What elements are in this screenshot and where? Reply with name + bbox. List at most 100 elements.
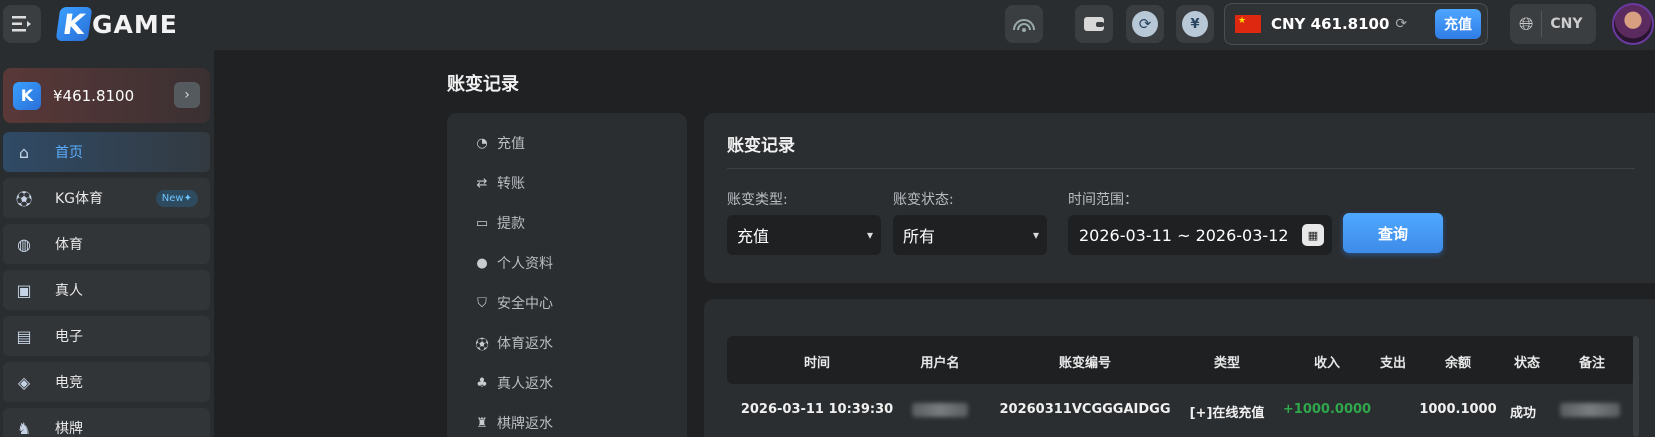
sidebar-item-home[interactable]: ⌂ 首页	[3, 132, 210, 172]
status-label: 账变状态:	[893, 192, 954, 208]
header-balance: CNY 461.8100	[1271, 15, 1390, 33]
new-badge: New✦	[155, 190, 198, 207]
column-header: 状态	[1513, 356, 1541, 371]
status-value: 所有	[903, 227, 936, 246]
cell-remark-redacted	[1560, 403, 1620, 417]
cell-status: 成功	[1509, 406, 1537, 421]
cell-type: [+]在线充值	[1189, 406, 1265, 421]
column-header: 用户名	[920, 356, 960, 371]
filter-title: 账变记录	[727, 136, 795, 156]
sidebar-item-label: KG体育	[55, 191, 104, 207]
submenu-item-security[interactable]: ⛉ 安全中心	[473, 293, 553, 313]
wallet-button[interactable]	[1075, 5, 1113, 43]
submenu-item-profile[interactable]: ● 个人资料	[473, 253, 553, 273]
sidebar-item-label: 体育	[55, 237, 83, 253]
sidebar-item-esports[interactable]: ◈ 电竞	[3, 362, 210, 402]
sidebar-item-label: 电竞	[55, 375, 83, 391]
sidebar-item-chess[interactable]: ♞ 棋牌	[3, 408, 210, 437]
logo-k: K	[55, 7, 93, 41]
people-icon: ♣	[476, 375, 488, 391]
submenu-item-label: 个人资料	[497, 256, 553, 272]
date-range-value: 2026-03-11 ~ 2026-03-12	[1079, 225, 1289, 245]
filter-panel: 账变记录 账变类型: 充值 ▾ 账变状态: 所有 ▾ 时间范围： 2026-03…	[704, 113, 1655, 283]
signal-icon	[1013, 19, 1035, 32]
currency-button[interactable]: ¥	[1176, 5, 1214, 43]
query-button[interactable]: 查询	[1343, 213, 1443, 253]
sidebar-item-label: 首页	[55, 145, 83, 161]
menu-icon	[12, 16, 31, 32]
sidebar-item-kg-sports[interactable]: ⚽︎ KG体育 New✦	[3, 178, 210, 218]
submenu-item-label: 转账	[497, 176, 525, 192]
wallet-logo: K	[13, 81, 41, 110]
type-label: 账变类型:	[727, 192, 788, 208]
refresh-icon: ⟳	[1132, 11, 1158, 37]
language-currency-selector[interactable]: 🌐︎ CNY	[1510, 4, 1596, 44]
submenu-item-chess-rebate[interactable]: ♜ 棋牌返水	[473, 413, 553, 433]
column-header: 时间	[803, 356, 831, 371]
sidebar-item-label: 真人	[55, 283, 83, 299]
column-header: 余额	[1444, 356, 1472, 371]
range-label: 时间范围：	[1068, 192, 1138, 208]
sidebar-item-live[interactable]: ▣ 真人	[3, 270, 210, 310]
sidebar-item-label: 棋牌	[55, 421, 83, 437]
soccer-ball-icon: ⚽︎	[475, 337, 489, 353]
submenu-item-label: 安全中心	[497, 296, 553, 312]
cell-balance: 1000.1000	[1419, 402, 1497, 417]
submenu-item-transfer[interactable]: ⇄ 转账	[473, 173, 525, 193]
cell-serial: 20260311VCGGGAIDGG	[999, 402, 1171, 417]
top-bar: K GAME ⟳ ¥ CNY 461.8100 ⟳ 充值 🌐︎ CNY	[0, 0, 1655, 50]
piggy-bank-icon: ◔	[476, 135, 488, 151]
sidebar: K ¥461.8100 › ⌂ 首页 ⚽︎ KG体育 New✦ ◍ 体育 ▣ 真…	[0, 50, 214, 437]
cell-time: 2026-03-11 10:39:30	[740, 402, 894, 417]
date-range-input[interactable]: 2026-03-11 ~ 2026-03-12 ▦	[1068, 215, 1332, 255]
submenu-item-sports-rebate[interactable]: ⚽︎ 体育返水	[473, 333, 553, 353]
chess-piece-icon: ♜	[476, 415, 488, 431]
user-icon: ●	[476, 255, 488, 271]
refresh-balance-button[interactable]: ⟳	[1126, 5, 1164, 43]
submenu-item-label: 提款	[497, 216, 525, 232]
transfer-icon: ⇄	[476, 175, 488, 191]
signal-button[interactable]	[1005, 5, 1043, 43]
type-value: 充值	[737, 227, 770, 246]
cell-username-redacted	[912, 403, 968, 417]
balance-box: CNY 461.8100 ⟳ 充值	[1224, 3, 1488, 45]
live-card-icon: ▣	[16, 280, 32, 300]
globe-icon: 🌐︎	[1519, 13, 1534, 35]
table-scrollbar[interactable]	[1633, 336, 1639, 437]
submenu-item-label: 充值	[497, 136, 525, 152]
submenu-item-deposit[interactable]: ◔ 充值	[473, 133, 525, 153]
withdraw-icon: ▭	[475, 215, 489, 231]
submenu-item-label: 棋牌返水	[497, 416, 553, 432]
menu-button[interactable]	[3, 5, 41, 43]
home-icon: ⌂	[18, 142, 30, 162]
wallet-card[interactable]: K ¥461.8100 ›	[3, 68, 210, 123]
china-flag-icon	[1235, 15, 1261, 33]
basketball-icon: ◍	[17, 234, 31, 254]
submenu-item-live-rebate[interactable]: ♣ 真人返水	[473, 373, 553, 393]
chevron-right-icon[interactable]: ›	[174, 82, 200, 108]
submenu-item-withdraw[interactable]: ▭ 提款	[473, 213, 525, 233]
sidebar-item-slots[interactable]: ▤ 电子	[3, 316, 210, 356]
calendar-icon[interactable]: ▦	[1302, 224, 1324, 246]
chess-icon: ♞	[16, 418, 32, 437]
sidebar-item-label: 电子	[55, 329, 83, 345]
column-header: 账变编号	[1058, 356, 1112, 371]
table-header: 时间 用户名 账变编号 类型 收入 支出 余额 状态 备注	[727, 336, 1635, 384]
topup-button[interactable]: 充值	[1435, 9, 1481, 39]
currency-label: CNY	[1550, 16, 1583, 32]
avatar[interactable]	[1612, 3, 1654, 45]
logo[interactable]: K GAME	[55, 6, 178, 42]
refresh-icon[interactable]: ⟳	[1395, 16, 1407, 32]
submenu-item-label: 真人返水	[497, 376, 553, 392]
account-submenu: ◔ 充值 ⇄ 转账 ▭ 提款 ● 个人资料 ⛉ 安全中心 ⚽︎ 体育返水 ♣ 真…	[447, 113, 687, 437]
logo-text: GAME	[92, 9, 178, 39]
chevron-down-icon: ▾	[1032, 228, 1039, 242]
cell-income: +1000.0000	[1282, 402, 1372, 417]
gamepad-icon: ◈	[17, 372, 31, 392]
wallet-icon	[1084, 17, 1104, 31]
sidebar-item-sports[interactable]: ◍ 体育	[3, 224, 210, 264]
yuan-icon: ¥	[1182, 11, 1208, 37]
status-select[interactable]: 所有 ▾	[893, 215, 1047, 255]
type-select[interactable]: 充值 ▾	[727, 215, 881, 255]
wallet-amount: ¥461.8100	[53, 86, 135, 105]
